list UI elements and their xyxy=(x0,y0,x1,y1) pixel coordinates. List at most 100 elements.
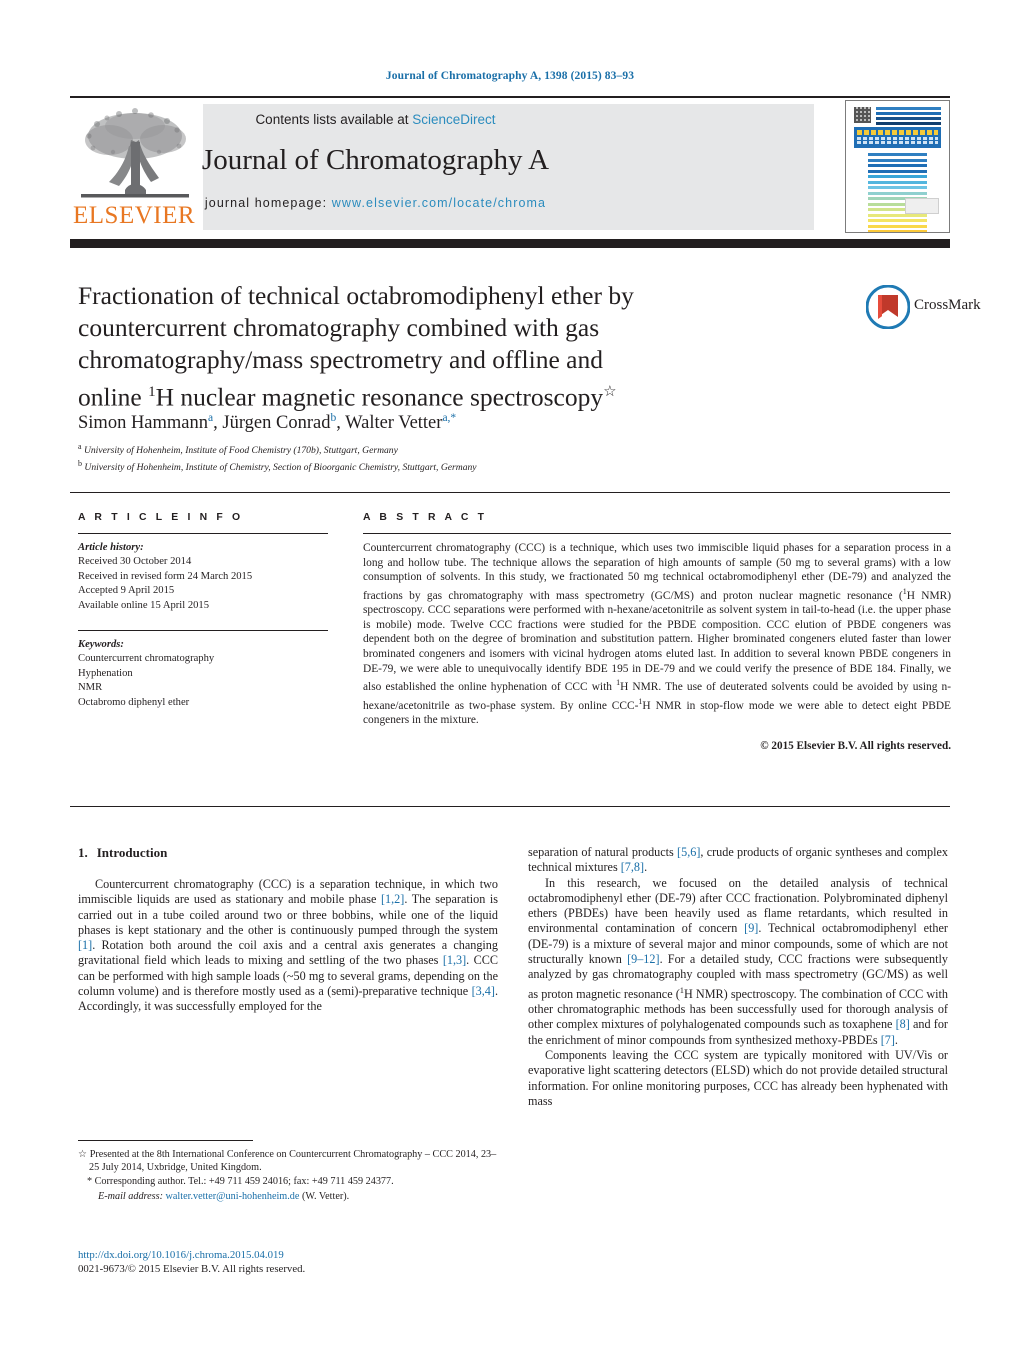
author-name: Walter Vetter xyxy=(345,413,443,434)
email-address-label: E-mail address: xyxy=(98,1190,163,1202)
abstract-heading: A B S T R A C T xyxy=(363,512,488,523)
journal-homepage-line: journal homepage: www.elsevier.com/locat… xyxy=(70,196,681,210)
body-left-column: 1. Introduction Countercurrent chromatogr… xyxy=(78,845,498,1015)
masthead-top-rule xyxy=(70,96,950,98)
abstract-copyright: © 2015 Elsevier B.V. All rights reserved… xyxy=(760,739,951,752)
title-line-4-post: H nuclear magnetic resonance spectroscop… xyxy=(155,382,604,412)
doi-link[interactable]: http://dx.doi.org/10.1016/j.chroma.2015.… xyxy=(78,1248,508,1262)
article-history-item: Available online 15 April 2015 xyxy=(78,599,210,611)
cover-stripe xyxy=(868,191,927,195)
abstract-part-2: H NMR) spectroscopy. CCC separations wer… xyxy=(363,589,951,693)
intro-r1-a: separation of natural products xyxy=(528,845,678,859)
article-info-divider xyxy=(78,533,328,534)
section-number: 1. xyxy=(78,845,88,860)
author-list: Simon Hammanna, Jürgen Conradb, Walter V… xyxy=(78,412,457,434)
journal-title: Journal of Chromatography A xyxy=(201,144,550,176)
crossmark-label: CrossMark xyxy=(914,297,981,313)
intro-r1-c: . xyxy=(644,860,648,875)
contents-line: Contents lists available at ScienceDirec… xyxy=(70,112,681,127)
journal-cover-thumbnail xyxy=(845,100,950,233)
author-affiliation-marker[interactable]: b xyxy=(330,412,336,424)
cover-publisher-mark xyxy=(905,198,939,214)
affiliation-line: b University of Hohenheim, Institute of … xyxy=(78,458,477,474)
sciencedirect-link[interactable]: ScienceDirect xyxy=(412,112,495,127)
cover-stripe xyxy=(868,158,927,162)
section-heading-introduction: 1. Introduction xyxy=(78,845,498,861)
abstract-text: Countercurrent chromatography (CCC) is a… xyxy=(363,541,951,728)
author-name: Jürgen Conrad xyxy=(222,413,331,434)
intro-paragraph-2: In this research, we focused on the deta… xyxy=(528,876,948,1048)
keywords-block: Keywords: Countercurrent chromatography H… xyxy=(78,638,328,710)
article-history-block: Article history: Received 30 October 201… xyxy=(78,541,328,613)
email-link[interactable]: walter.vetter@uni-hohenheim.de xyxy=(166,1191,300,1202)
footnote-conference: ☆ Presented at the 8th International Con… xyxy=(78,1148,503,1174)
citation-ref[interactable]: [1,3] xyxy=(443,953,466,967)
homepage-url-link[interactable]: www.elsevier.com/locate/chroma xyxy=(332,196,546,210)
affiliation-line: a University of Hohenheim, Institute of … xyxy=(78,442,398,457)
intro-l1-c: . Rotation both around the coil axis and… xyxy=(78,938,498,968)
article-history-label: Article history: xyxy=(78,542,144,553)
footnote-block: ☆ Presented at the 8th International Con… xyxy=(78,1148,503,1204)
citation-ref[interactable]: [7] xyxy=(881,1033,895,1047)
intro-paragraph-1-continued: separation of natural products [5,6], cr… xyxy=(528,845,948,876)
keyword-items: Countercurrent chromatography Hyphenation… xyxy=(78,652,328,710)
doi-block: http://dx.doi.org/10.1016/j.chroma.2015.… xyxy=(78,1248,508,1276)
article-history-item: Accepted 9 April 2015 xyxy=(78,585,175,597)
footnote-corr-text: Corresponding author. Tel.: +49 711 459 … xyxy=(94,1176,394,1188)
intro-r2-f: . xyxy=(894,1032,898,1047)
cover-stripe xyxy=(868,153,927,156)
citation-ref[interactable]: [9–12] xyxy=(627,952,660,966)
body-right-column: separation of natural products [5,6], cr… xyxy=(528,845,948,1109)
intro-paragraph-3: Components leaving the CCC system are ty… xyxy=(528,1047,948,1108)
page-title: Fractionation of technical octabromodiph… xyxy=(78,280,698,414)
footnote-corresponding-author: * Corresponding author. Tel.: +49 711 45… xyxy=(78,1175,503,1188)
footnote-rule xyxy=(78,1140,253,1141)
affiliation-marker: b xyxy=(78,458,82,468)
keywords-divider xyxy=(78,630,328,632)
cover-title-band xyxy=(854,127,941,148)
running-head: Journal of Chromatography A, 1398 (2015)… xyxy=(385,70,635,82)
intro-paragraph-1: Countercurrent chromatography (CCC) is a… xyxy=(78,877,498,1015)
keyword-item: Hyphenation xyxy=(78,667,133,679)
citation-ref[interactable]: [7,8] xyxy=(621,860,644,874)
keyword-item: NMR xyxy=(78,682,103,694)
cover-top-bars xyxy=(876,107,941,125)
affiliation-list: a University of Hohenheim, Institute of … xyxy=(78,441,778,475)
keyword-item: Countercurrent chromatography xyxy=(78,653,215,665)
abstract-part-1: Countercurrent chromatography (CCC) is a… xyxy=(363,542,951,602)
citation-ref[interactable]: [5,6] xyxy=(677,845,700,859)
cover-stripe xyxy=(868,169,927,173)
title-footnote-marker[interactable]: ☆ xyxy=(603,384,616,400)
author-affiliation-marker[interactable]: a,* xyxy=(442,412,456,424)
title-line-4-pre: online xyxy=(78,382,149,412)
footnote-email-line: E-mail address: walter.vetter@uni-hohenh… xyxy=(78,1190,503,1203)
panel-bottom-rule xyxy=(70,806,950,807)
affiliation-marker: a xyxy=(78,442,82,451)
cover-stripe xyxy=(868,219,927,222)
cover-stripe xyxy=(868,180,927,184)
cover-stripe xyxy=(868,230,927,232)
abstract-column: A B S T R A C T Countercurrent chromatog… xyxy=(363,512,951,752)
author-name: Simon Hammann xyxy=(78,413,209,434)
author-affiliation-marker[interactable]: a xyxy=(208,412,213,424)
abstract-divider xyxy=(363,533,951,534)
masthead-bottom-rule xyxy=(70,239,950,248)
citation-ref[interactable]: [1,2] xyxy=(381,892,404,906)
section-title: Introduction xyxy=(96,845,168,860)
article-history-items: Received 30 October 2014 Received in revi… xyxy=(78,555,328,613)
article-page: Journal of Chromatography A, 1398 (2015)… xyxy=(0,0,1020,1351)
homepage-prefix: journal homepage: xyxy=(204,196,332,210)
citation-ref[interactable]: [3,4] xyxy=(472,984,495,998)
title-line-3: chromatography/mass spectrometry and off… xyxy=(78,345,603,374)
cover-stripe xyxy=(868,186,927,189)
keywords-label: Keywords: xyxy=(78,639,124,651)
citation-ref[interactable]: [9] xyxy=(744,921,758,935)
citation-ref[interactable]: [8] xyxy=(896,1017,910,1031)
citation-ref[interactable]: [1] xyxy=(78,938,92,952)
article-history-item: Received 30 October 2014 xyxy=(78,556,192,568)
footnote-asterisk-marker: * xyxy=(87,1176,93,1188)
article-info-heading: A R T I C L E I N F O xyxy=(78,512,244,523)
title-superscript-one: 1 xyxy=(148,384,156,400)
crossmark-badge[interactable]: CrossMark xyxy=(866,285,981,331)
title-line-1: Fractionation of technical octabromodiph… xyxy=(78,281,634,310)
